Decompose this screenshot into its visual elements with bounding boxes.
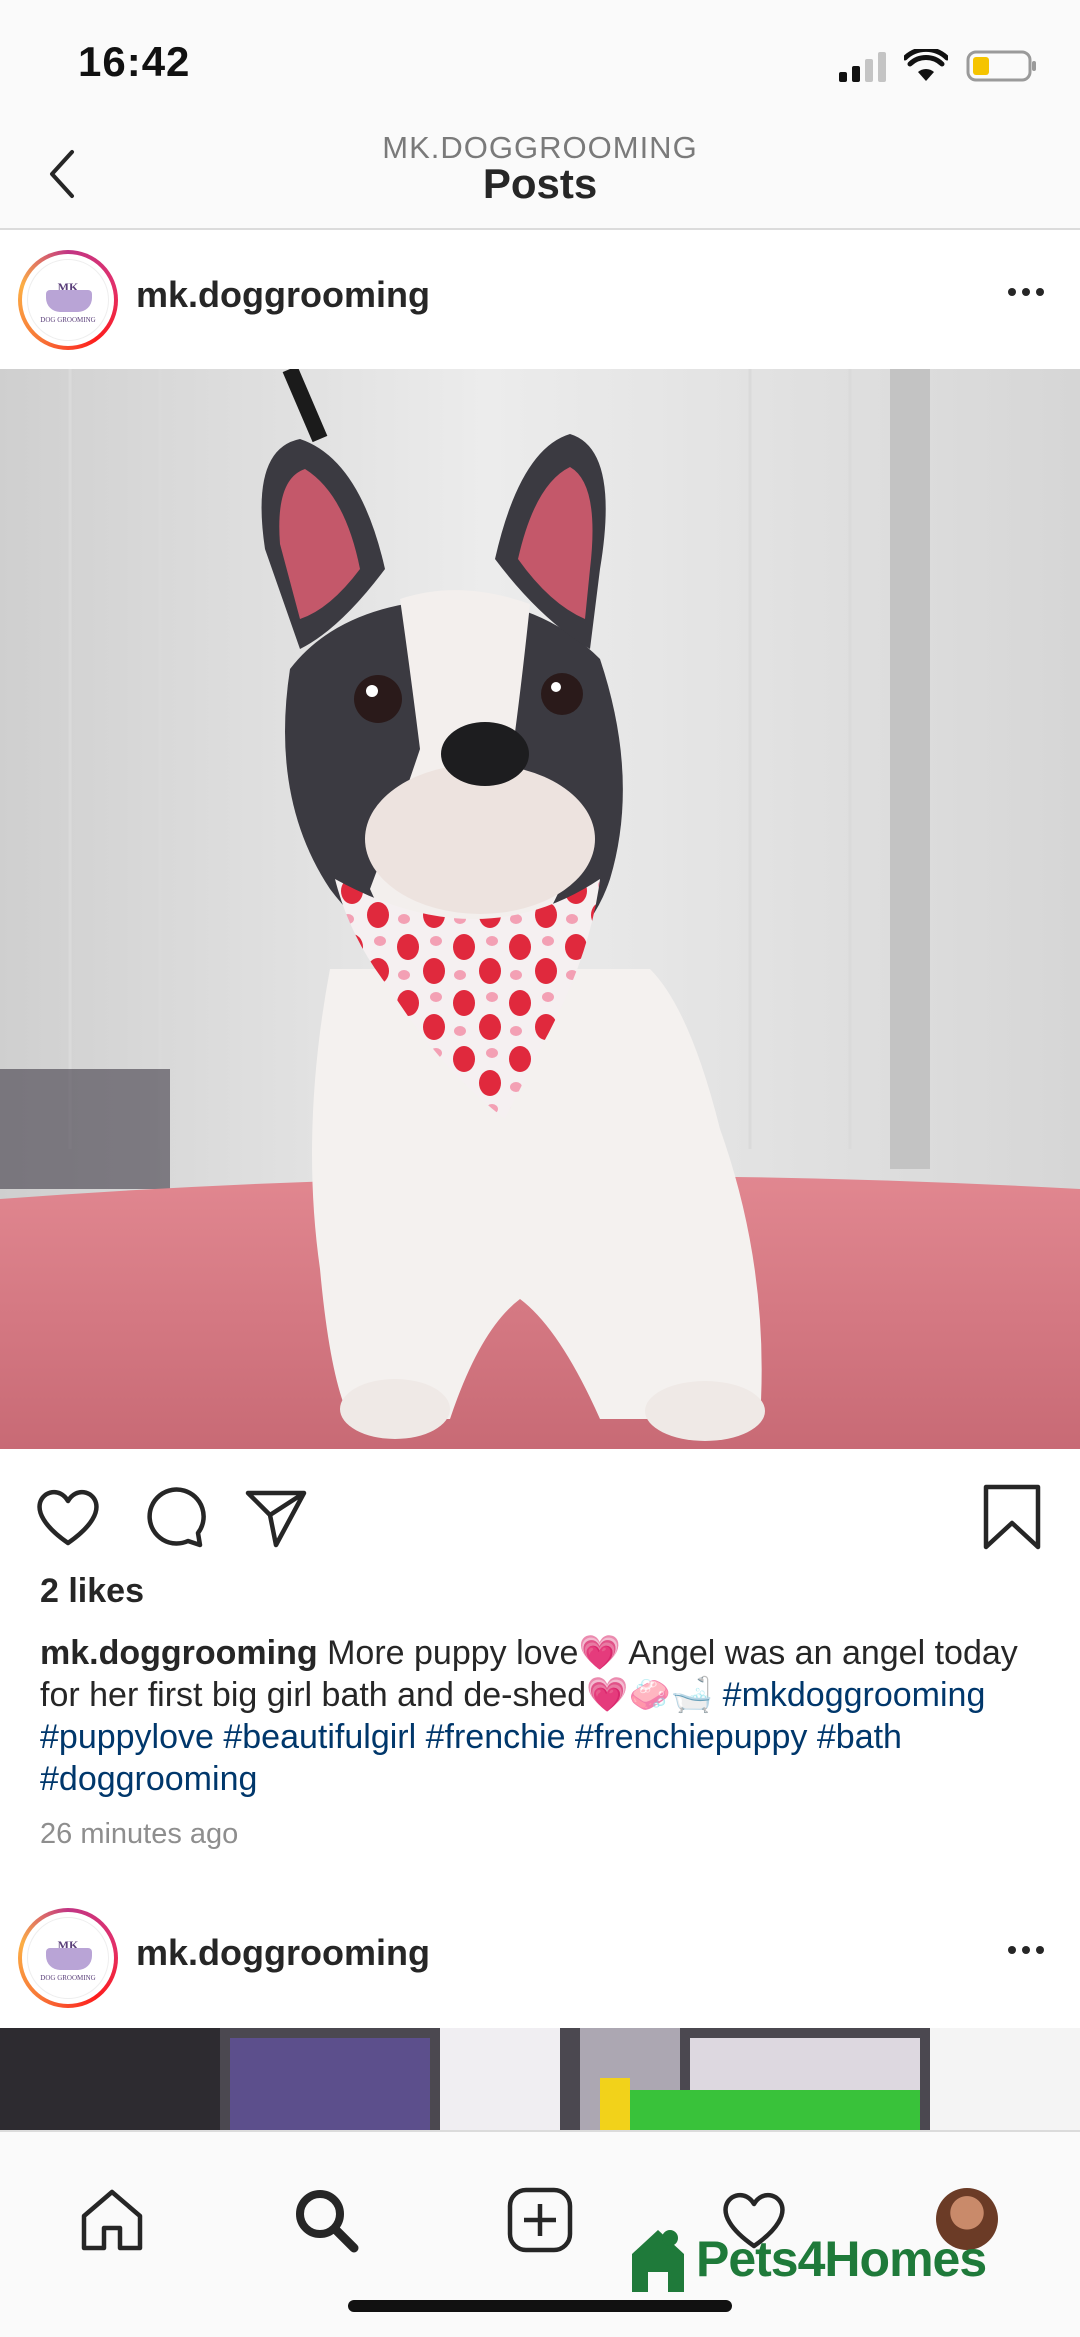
nav-header: MK.DOGGROOMING Posts	[0, 130, 1080, 230]
comment-icon[interactable]	[138, 1481, 210, 1553]
more-options-icon[interactable]	[1008, 1946, 1044, 1954]
post-actions	[0, 1449, 1080, 1579]
house-logo-icon	[632, 2230, 684, 2292]
grooming-logo: MK DOG GROOMING	[27, 1917, 109, 1999]
post-header: MK DOG GROOMING mk.doggrooming	[0, 232, 1080, 368]
watermark-text: Pets4Homes	[696, 2231, 987, 2287]
status-bar: 16:42	[0, 0, 1080, 130]
status-icons	[839, 46, 1038, 86]
post-username[interactable]: mk.doggrooming	[136, 274, 430, 316]
post-photo[interactable]	[0, 2028, 1080, 2130]
pets4homes-watermark: Pets4Homes	[628, 2224, 987, 2294]
post-timestamp: 26 minutes ago	[40, 1818, 239, 1850]
post-photo[interactable]	[0, 369, 1080, 1449]
heart-icon[interactable]	[32, 1481, 104, 1553]
wifi-icon	[904, 49, 948, 81]
signal-icon	[839, 50, 886, 82]
dog-photo-illustration	[0, 369, 1080, 1449]
post-avatar[interactable]: MK DOG GROOMING	[18, 250, 118, 350]
home-icon[interactable]	[76, 2184, 148, 2256]
page-title: Posts	[482, 160, 598, 207]
more-options-icon[interactable]	[1008, 288, 1044, 296]
battery-icon	[966, 50, 1036, 82]
bookmark-icon[interactable]	[976, 1481, 1048, 1553]
add-post-icon[interactable]	[504, 2184, 576, 2256]
likes-count[interactable]: 2 likes	[40, 1572, 144, 1611]
status-time: 16:42	[78, 38, 191, 85]
post-avatar[interactable]: MK DOG GROOMING	[18, 1908, 118, 2008]
salon-photo-illustration	[0, 2028, 1080, 2130]
caption-username[interactable]: mk.doggrooming	[40, 1634, 318, 1672]
home-indicator[interactable]	[348, 2300, 732, 2312]
share-icon[interactable]	[240, 1481, 312, 1553]
post-username[interactable]: mk.doggrooming	[136, 1932, 430, 1974]
search-icon[interactable]	[290, 2184, 362, 2256]
post-header: MK DOG GROOMING mk.doggrooming	[0, 1890, 1080, 2026]
post-caption: mk.doggrooming More puppy love💗 Angel wa…	[40, 1632, 1050, 1800]
grooming-logo: MK DOG GROOMING	[27, 259, 109, 341]
